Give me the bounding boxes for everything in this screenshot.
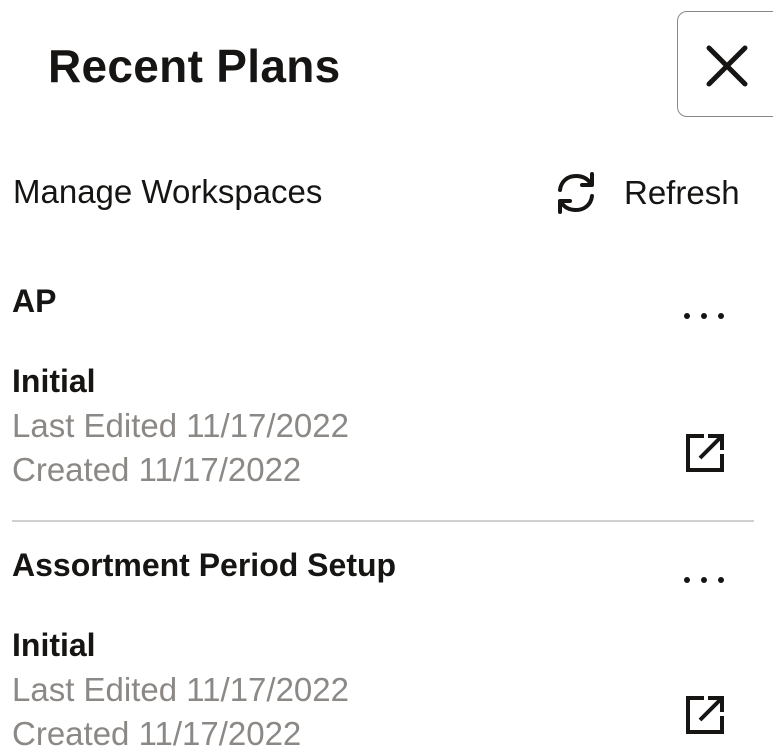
manage-workspaces-link[interactable]: Manage Workspaces — [13, 170, 322, 214]
last-edited-date: Last Edited 11/17/2022 — [12, 671, 349, 708]
close-button[interactable] — [677, 11, 773, 117]
open-plan-button[interactable] — [680, 690, 730, 740]
more-options-icon — [684, 313, 690, 319]
plan-name[interactable]: Assortment Period Setup — [12, 545, 396, 585]
panel-title: Recent Plans — [48, 40, 341, 92]
close-icon — [706, 45, 748, 87]
created-date: Created 11/17/2022 — [12, 451, 302, 488]
more-options-icon — [684, 577, 690, 583]
plan-name[interactable]: AP — [12, 281, 56, 321]
created-date: Created 11/17/2022 — [12, 715, 302, 752]
more-options-button[interactable] — [676, 296, 732, 336]
open-external-icon — [686, 696, 724, 734]
open-external-icon — [686, 434, 724, 472]
workspace-name: Initial — [12, 627, 96, 663]
open-plan-button[interactable] — [680, 428, 730, 478]
refresh-icon — [558, 172, 594, 214]
recent-plans-panel: Recent Plans Manage Workspaces Refresh A… — [0, 0, 773, 753]
divider — [12, 520, 754, 522]
last-edited-date: Last Edited 11/17/2022 — [12, 407, 349, 444]
refresh-button[interactable]: Refresh — [553, 168, 740, 218]
workspace-name: Initial — [12, 363, 96, 399]
more-options-button[interactable] — [676, 560, 732, 600]
refresh-label: Refresh — [624, 174, 740, 211]
